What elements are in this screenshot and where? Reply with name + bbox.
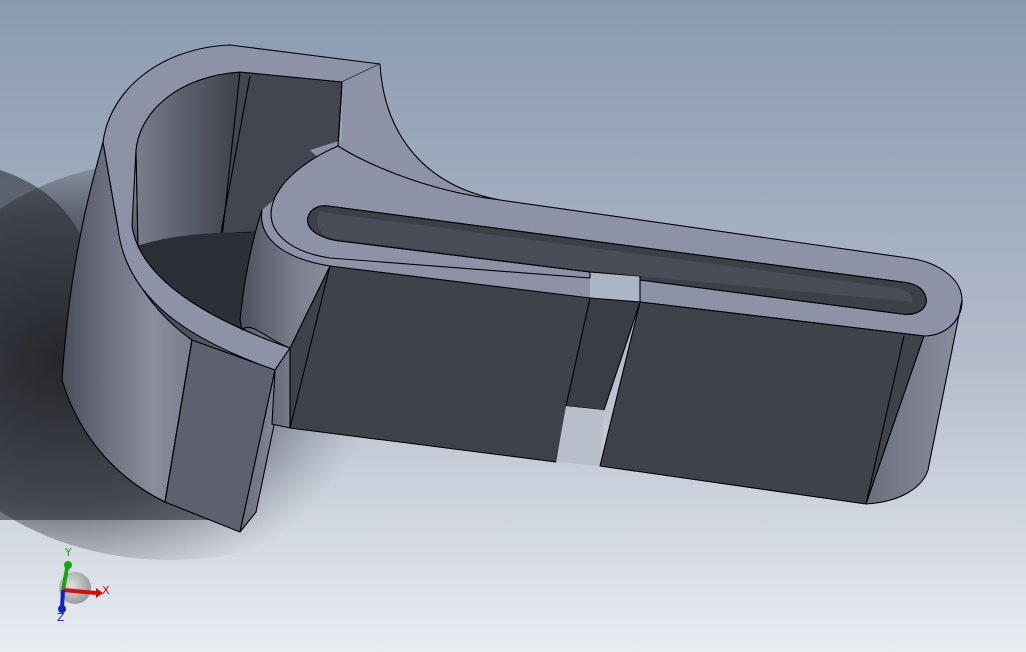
triad-z-label: Z — [57, 611, 65, 624]
model-view[interactable]: Y X Z — [0, 0, 1026, 652]
graphics-viewport[interactable]: Y X Z — [0, 0, 1026, 652]
bar-left-front-face — [289, 265, 591, 463]
triad-y-label: Y — [64, 546, 72, 559]
triad-y-head — [64, 561, 72, 569]
triad-x-label: X — [102, 584, 110, 597]
